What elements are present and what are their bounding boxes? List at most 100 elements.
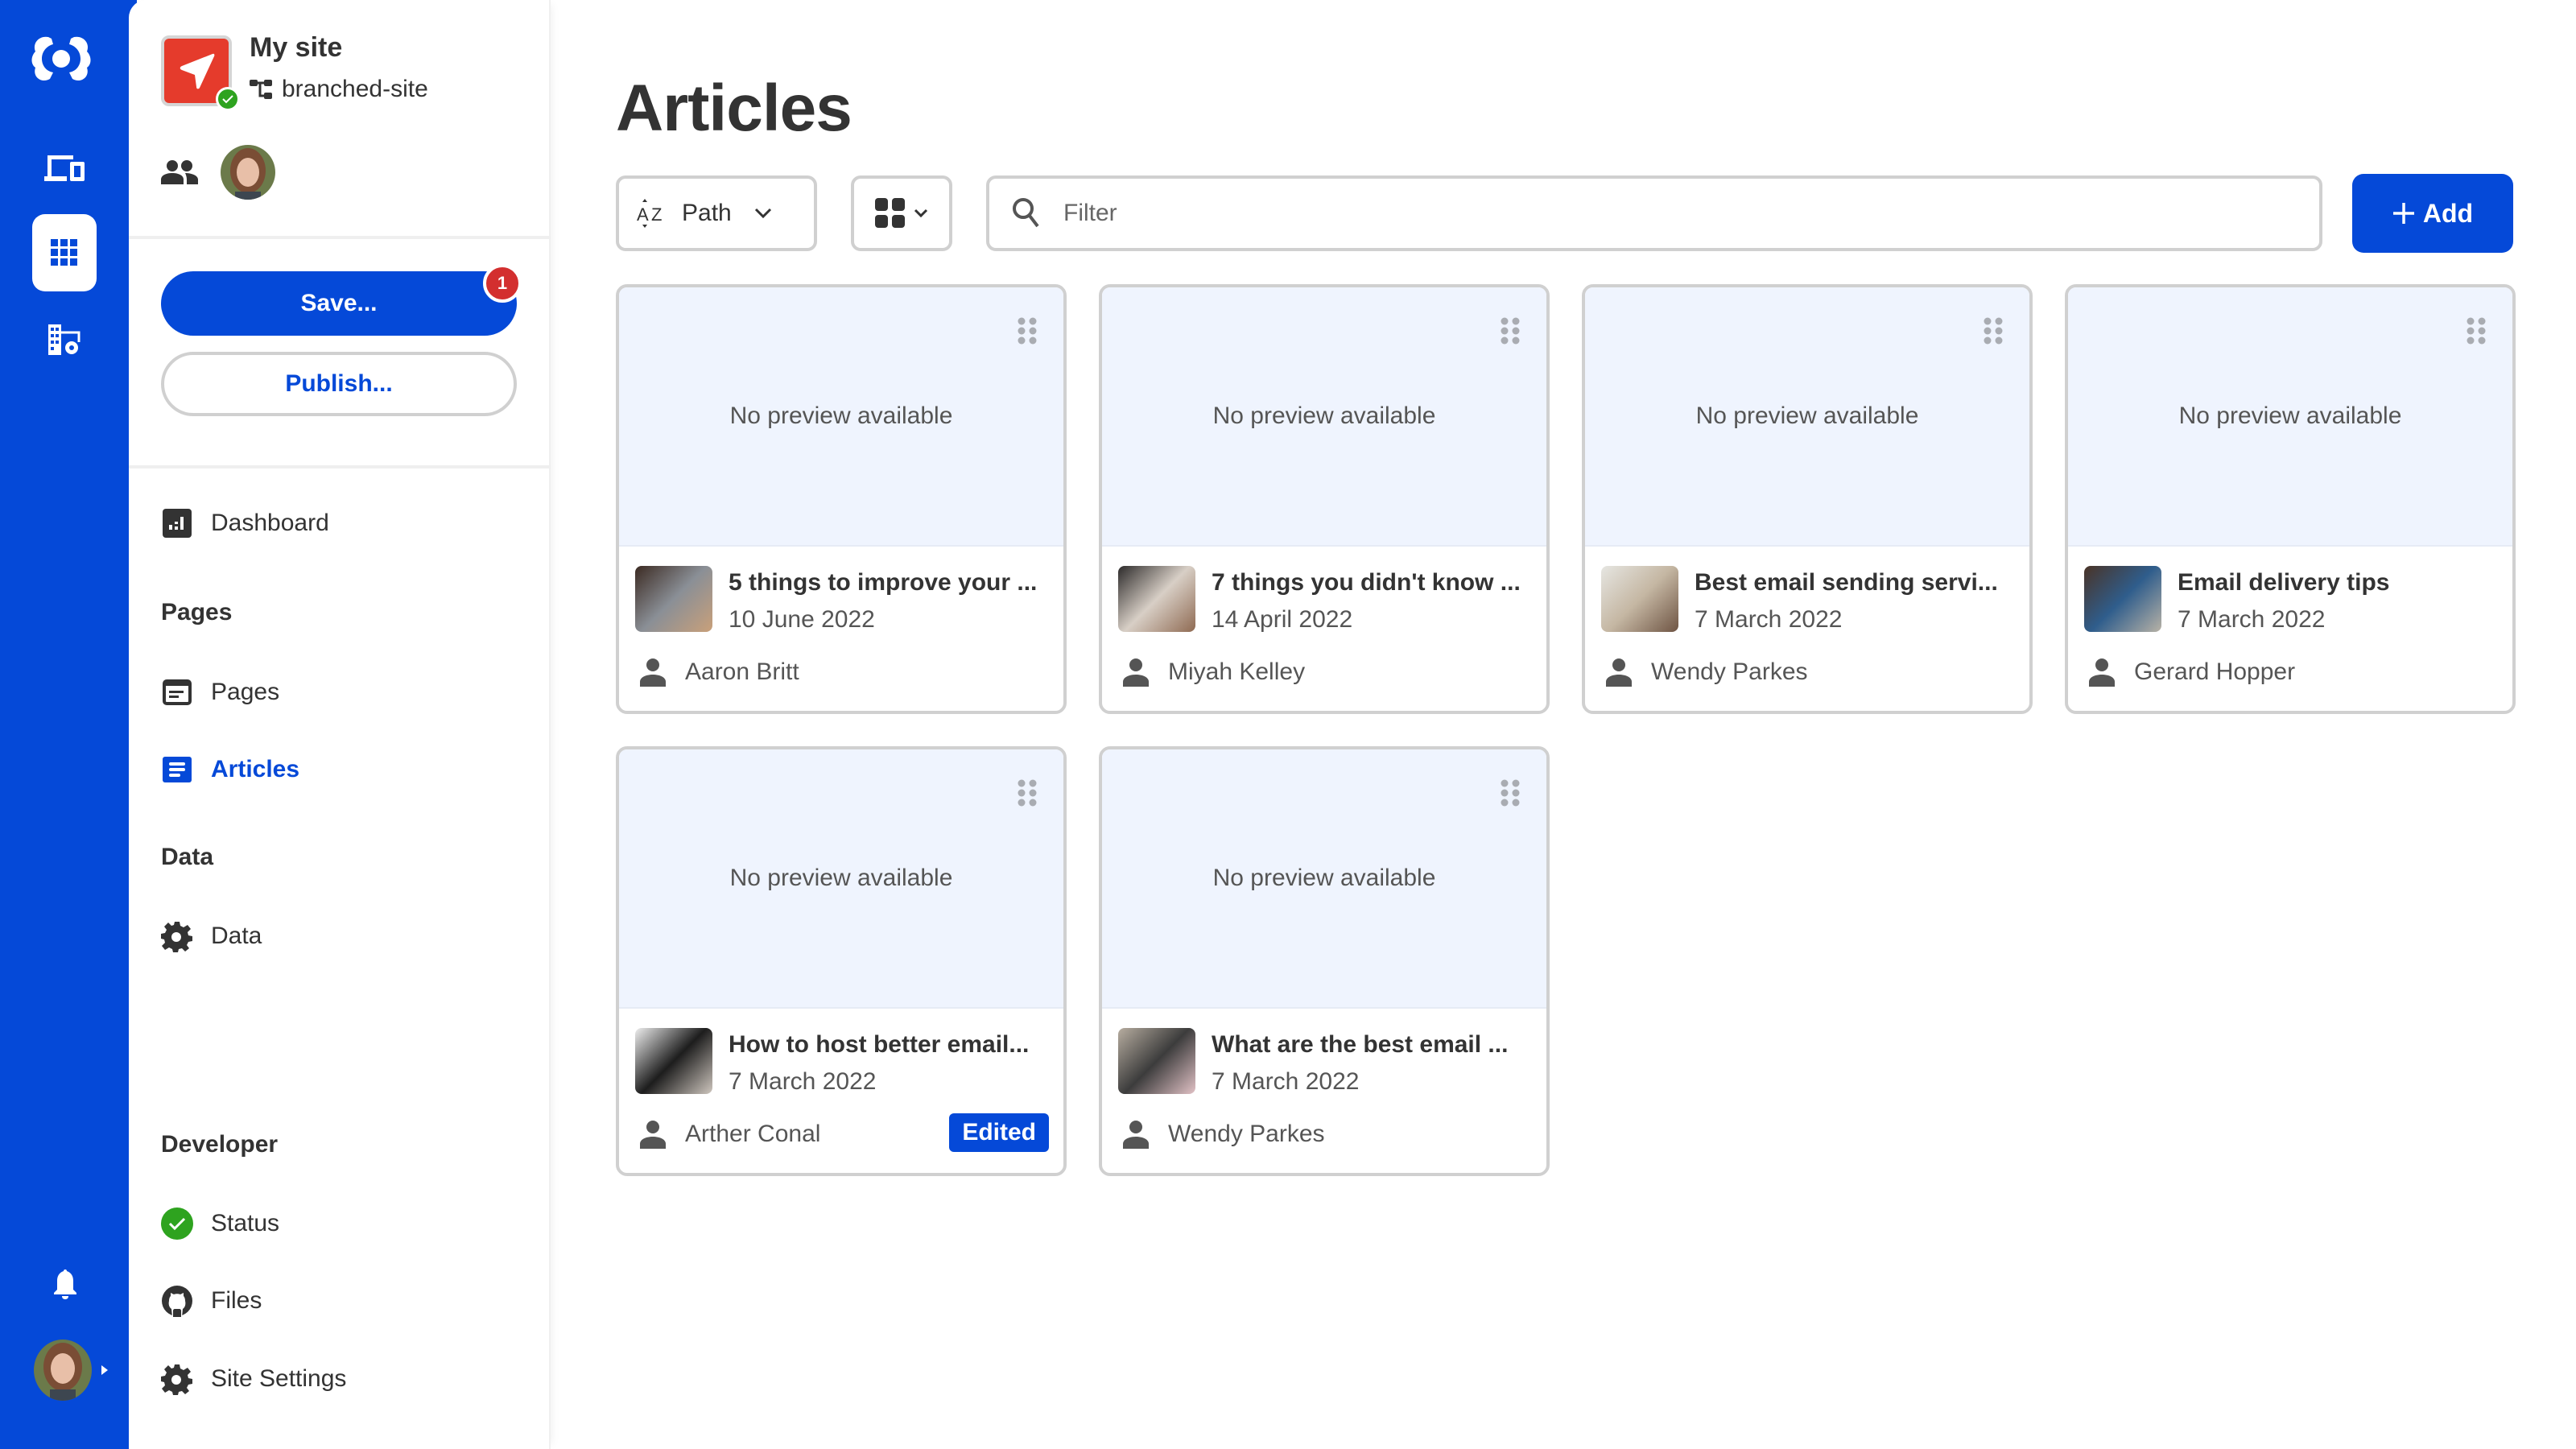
person-icon — [640, 1121, 666, 1149]
nav-item-dashboard[interactable]: Dashboard — [161, 506, 329, 541]
apps-grid-icon — [51, 239, 77, 266]
gear-icon — [161, 920, 193, 952]
article-card[interactable]: No preview available What are the best e… — [1099, 746, 1550, 1176]
team-row — [161, 145, 275, 200]
sort-dropdown[interactable]: A Z Path — [616, 175, 817, 251]
nav-label: Site Settings — [211, 1365, 347, 1392]
plus-icon — [2392, 203, 2414, 224]
article-card[interactable]: No preview available 5 things to improve… — [616, 284, 1067, 714]
drag-handle-icon[interactable] — [1981, 315, 2005, 347]
article-icon — [161, 753, 193, 786]
drag-handle-icon[interactable] — [1015, 777, 1039, 809]
logo-icon[interactable] — [29, 31, 93, 87]
drag-handle-icon[interactable] — [1015, 315, 1039, 347]
view-mode-dropdown[interactable] — [851, 175, 952, 251]
app-rail — [0, 0, 137, 1449]
branch-selector[interactable]: branched-site — [250, 76, 428, 103]
publish-button[interactable]: Publish... — [161, 352, 517, 416]
page-icon — [161, 676, 193, 708]
author-name: Miyah Kelley — [1168, 658, 1306, 685]
filter-input[interactable] — [1063, 200, 2297, 227]
author-name: Arther Conal — [685, 1121, 821, 1147]
article-title: 5 things to improve your ... — [729, 569, 1038, 596]
preview-text: No preview available — [1212, 402, 1436, 429]
preview-text: No preview available — [2178, 402, 2402, 429]
nav-item-files[interactable]: Files — [161, 1283, 262, 1319]
divider — [129, 236, 551, 239]
team-member-avatar[interactable] — [221, 145, 275, 200]
card-preview: No preview available — [1585, 287, 2029, 547]
nav-label: Articles — [211, 756, 300, 782]
site-panel: My site branched-site Save... 1 Publish.… — [129, 0, 551, 1449]
nav-item-site-settings[interactable]: Site Settings — [161, 1361, 346, 1397]
article-title: Best email sending servi... — [1695, 569, 1998, 596]
gear-icon — [161, 1363, 193, 1395]
article-card[interactable]: No preview available 7 things you didn't… — [1099, 284, 1550, 714]
article-date: 7 March 2022 — [2178, 606, 2326, 633]
drag-handle-icon[interactable] — [1498, 777, 1522, 809]
person-icon — [640, 658, 666, 687]
article-card[interactable]: No preview available Email delivery tips… — [2065, 284, 2516, 714]
article-author: Miyah Kelley — [1123, 658, 1305, 687]
author-name: Aaron Britt — [685, 658, 799, 685]
article-date: 14 April 2022 — [1212, 606, 1353, 633]
bell-icon[interactable] — [48, 1264, 82, 1304]
drag-handle-icon[interactable] — [2464, 315, 2488, 347]
search-icon — [1013, 198, 1039, 228]
filter-field[interactable] — [986, 175, 2322, 251]
person-icon — [1606, 658, 1632, 687]
chevron-down-icon — [754, 208, 771, 219]
add-article-button[interactable]: Add — [2352, 174, 2513, 253]
card-preview: No preview available — [619, 749, 1063, 1009]
nav-label: Data — [211, 923, 262, 949]
save-button[interactable]: Save... — [161, 271, 517, 336]
nav-item-status[interactable]: Status — [161, 1206, 279, 1241]
site-status-check-icon — [216, 87, 240, 111]
article-date: 10 June 2022 — [729, 606, 875, 633]
article-card[interactable]: No preview available How to host better … — [616, 746, 1067, 1176]
article-date: 7 March 2022 — [1212, 1068, 1360, 1095]
article-thumbnail — [635, 1028, 712, 1094]
nav-label: Status — [211, 1210, 280, 1236]
person-icon — [1123, 1121, 1149, 1149]
preview-text: No preview available — [1695, 402, 1919, 429]
nav-heading-developer: Developer — [161, 1131, 279, 1158]
nav-label: Dashboard — [211, 510, 329, 536]
article-date: 7 March 2022 — [729, 1068, 877, 1095]
article-thumbnail — [635, 566, 712, 632]
article-title: 7 things you didn't know ... — [1212, 569, 1521, 596]
person-icon — [1123, 658, 1149, 687]
article-date: 7 March 2022 — [1695, 606, 1843, 633]
branch-icon — [250, 80, 272, 99]
card-preview: No preview available — [1102, 749, 1546, 1009]
nav-heading-data: Data — [161, 844, 214, 870]
article-thumbnail — [1118, 1028, 1195, 1094]
apps-grid-button[interactable] — [32, 214, 97, 291]
github-icon — [161, 1285, 193, 1317]
article-thumbnail — [2084, 566, 2161, 632]
article-author: Arther Conal — [640, 1120, 820, 1149]
user-avatar[interactable] — [34, 1340, 92, 1401]
branch-name: branched-site — [282, 76, 428, 102]
nav-heading-pages: Pages — [161, 599, 233, 625]
chevron-down-icon — [914, 208, 928, 218]
article-author: Wendy Parkes — [1606, 658, 1808, 687]
dashboard-icon — [161, 507, 193, 539]
nav-item-data[interactable]: Data — [161, 919, 262, 954]
article-author: Gerard Hopper — [2089, 658, 2295, 687]
preview-text: No preview available — [1212, 865, 1436, 891]
person-icon — [2089, 658, 2115, 687]
add-label: Add — [2422, 198, 2474, 228]
drag-handle-icon[interactable] — [1498, 315, 1522, 347]
nav-item-pages[interactable]: Pages — [161, 675, 279, 710]
caret-right-icon[interactable] — [100, 1364, 109, 1377]
site-name: My site — [250, 32, 343, 63]
nav-item-articles[interactable]: Articles — [161, 752, 299, 787]
article-author: Wendy Parkes — [1123, 1120, 1325, 1149]
article-thumbnail — [1118, 566, 1195, 632]
edited-badge: Edited — [949, 1113, 1049, 1152]
devices-icon[interactable] — [40, 148, 89, 188]
article-title: What are the best email ... — [1212, 1031, 1509, 1058]
building-settings-icon[interactable] — [43, 319, 85, 361]
article-card[interactable]: No preview available Best email sending … — [1582, 284, 2033, 714]
